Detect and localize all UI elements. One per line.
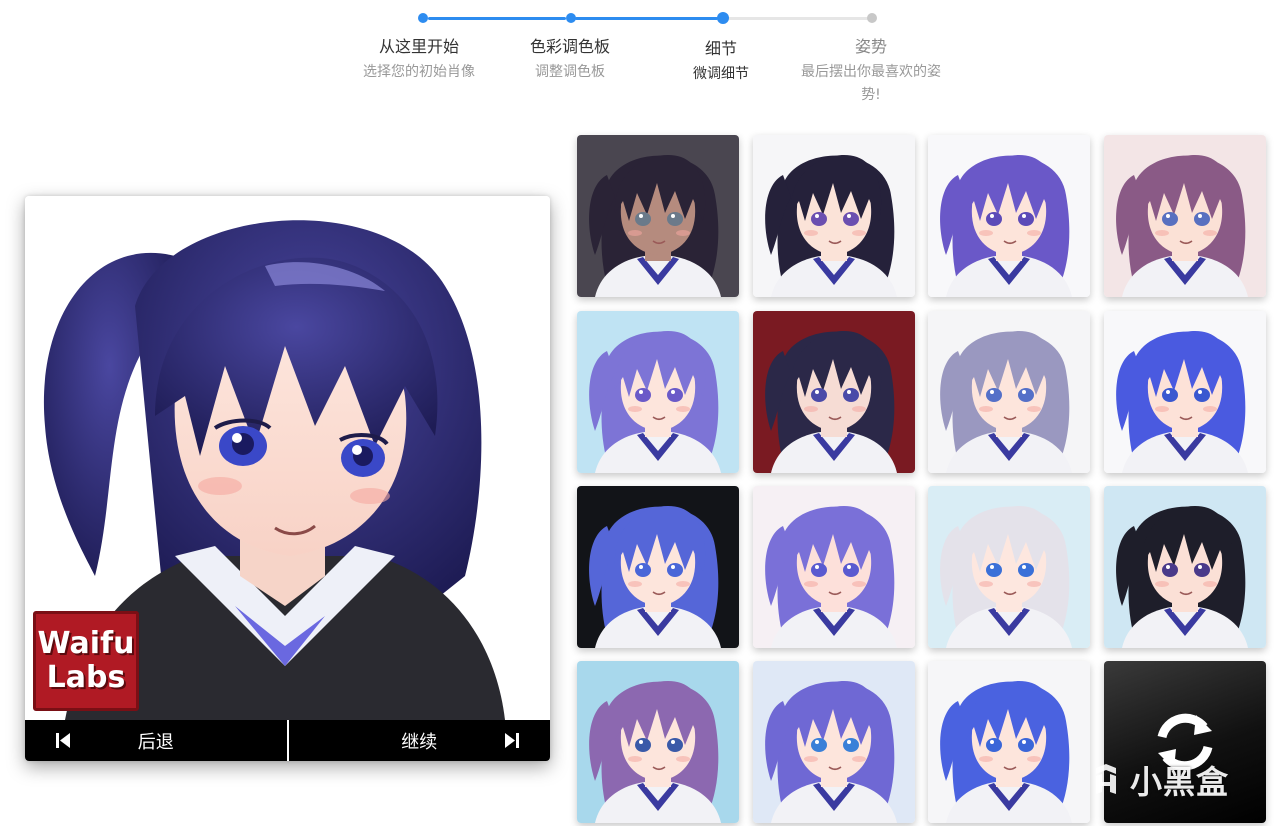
step-subtitle-pose-line1: 最后摆出你最喜欢的姿 — [801, 64, 941, 80]
step-track-1 — [428, 17, 566, 20]
xiaoheihe-logo-icon — [1096, 764, 1116, 794]
step-subtitle-palette: 调整调色板 — [535, 64, 605, 80]
portrait-options-grid — [577, 135, 1267, 823]
portrait-thumbnail-image — [753, 661, 915, 823]
continue-button-label: 继续 — [401, 731, 438, 753]
portrait-thumbnail-image — [1104, 311, 1266, 473]
waifu-labs-logo: Waifu Labs — [33, 611, 139, 711]
portrait-thumbnail-image — [928, 135, 1090, 297]
portrait-thumbnail-image — [753, 135, 915, 297]
portrait-thumbnail-image — [577, 311, 739, 473]
portrait-thumbnail-image — [1104, 486, 1266, 648]
portrait-preview-card: Waifu Labs 后退 继续 — [25, 196, 550, 761]
step-title-pose: 姿势 — [854, 37, 887, 56]
portrait-thumbnail-image — [928, 311, 1090, 473]
portrait-thumbnail-image — [753, 486, 915, 648]
portrait-option-7[interactable] — [928, 311, 1090, 473]
portrait-thumbnail-image — [577, 661, 739, 823]
portrait-option-3[interactable] — [928, 135, 1090, 297]
portrait-option-6[interactable] — [753, 311, 915, 473]
step-subtitle-pose-line2: 势! — [861, 87, 881, 103]
portrait-option-8[interactable] — [1104, 311, 1266, 473]
step-dot-3 — [717, 12, 729, 24]
step-dot-4 — [867, 13, 877, 23]
step-subtitle-start: 选择您的初始肖像 — [363, 64, 475, 80]
portrait-option-10[interactable] — [753, 486, 915, 648]
step-subtitle-details: 微调细节 — [693, 66, 749, 82]
portrait-option-1[interactable] — [577, 135, 739, 297]
logo-line-2: Labs — [46, 660, 126, 695]
portrait-thumbnail-image — [1104, 135, 1266, 297]
portrait-option-13[interactable] — [577, 661, 739, 823]
portrait-thumbnail-image — [928, 486, 1090, 648]
step-title-details[interactable]: 细节 — [641, 39, 801, 59]
portrait-option-5[interactable] — [577, 311, 739, 473]
portrait-option-9[interactable] — [577, 486, 739, 648]
step-track-2 — [575, 17, 718, 20]
portrait-thumbnail-image — [577, 486, 739, 648]
navigation-bar: 后退 继续 — [25, 720, 550, 761]
step-track-3 — [728, 17, 868, 20]
step-dot-1 — [418, 13, 428, 23]
xiaoheihe-watermark: 小黑盒 — [1088, 758, 1229, 802]
portrait-option-11[interactable] — [928, 486, 1090, 648]
portrait-option-12[interactable] — [1104, 486, 1266, 648]
portrait-option-4[interactable] — [1104, 135, 1266, 297]
portrait-thumbnail-image — [577, 135, 739, 297]
portrait-preview-image: Waifu Labs — [25, 196, 550, 720]
portrait-option-15[interactable] — [928, 661, 1090, 823]
watermark-text: 小黑盒 — [1130, 763, 1230, 801]
portrait-thumbnail-image — [928, 661, 1090, 823]
portrait-option-14[interactable] — [753, 661, 915, 823]
step-title-palette[interactable]: 色彩调色板 — [490, 37, 650, 57]
logo-line-1: Waifu — [37, 626, 135, 661]
step-title-start[interactable]: 从这里开始 — [339, 37, 499, 57]
portrait-thumbnail-image — [753, 311, 915, 473]
progress-stepper: 从这里开始 选择您的初始肖像 色彩调色板 调整调色板 细节 微调细节 姿势 最后… — [0, 0, 1280, 120]
step-dot-2 — [566, 13, 576, 23]
continue-button[interactable]: 继续 — [289, 720, 551, 761]
portrait-option-2[interactable] — [753, 135, 915, 297]
back-button[interactable]: 后退 — [25, 720, 287, 761]
back-button-label: 后退 — [137, 731, 174, 753]
skip-back-icon — [56, 733, 70, 748]
skip-forward-icon — [505, 733, 519, 748]
